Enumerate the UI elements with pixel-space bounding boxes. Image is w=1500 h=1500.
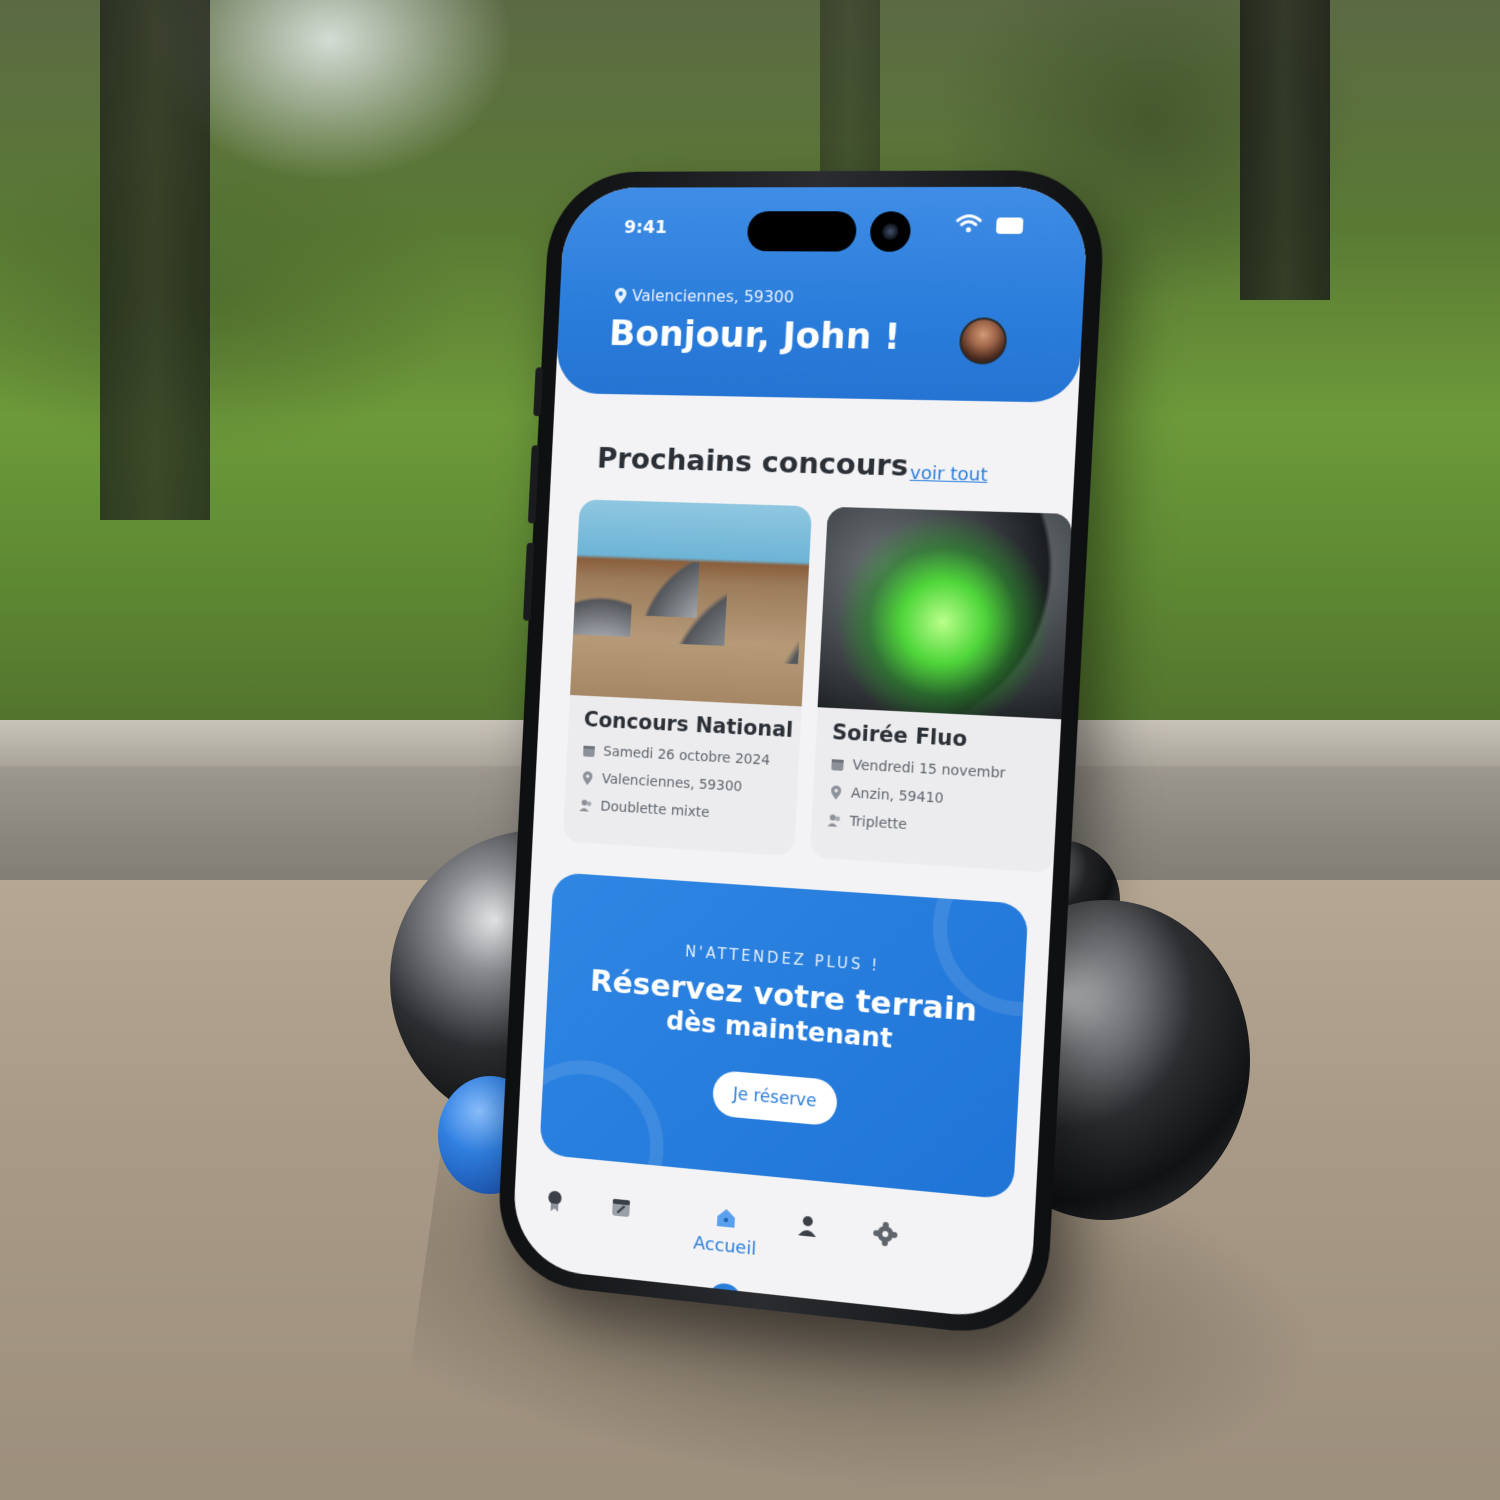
see-all-link[interactable]: voir tout <box>909 463 988 486</box>
greeting-title: Bonjour, John ! <box>608 313 902 359</box>
date-text: Vendredi 15 novembr <box>852 757 1006 782</box>
current-location[interactable]: Valenciennes, 59300 <box>614 286 794 306</box>
competition-date: Vendredi 15 novembr <box>830 756 1006 782</box>
calendar-icon <box>831 759 844 771</box>
competition-card[interactable]: Concours National Samedi 26 octobre 2024… <box>562 499 813 857</box>
location-pin-icon <box>614 287 627 304</box>
format-text: Doublette mixte <box>600 798 710 822</box>
location-text: Valenciennes, 59300 <box>601 771 743 796</box>
competition-image <box>570 499 813 707</box>
tab-awards[interactable] <box>519 1186 588 1261</box>
home-icon <box>716 1208 736 1228</box>
tab-home[interactable]: Accueil <box>675 1201 776 1280</box>
status-bar: 9:41 <box>562 187 1089 252</box>
dynamic-island <box>746 211 858 252</box>
wifi-icon <box>955 213 983 233</box>
competition-location: Valenciennes, 59300 <box>581 770 743 795</box>
location-text: Anzin, 59410 <box>850 785 945 807</box>
user-icon <box>798 1215 817 1238</box>
tab-home-label: Accueil <box>692 1232 757 1260</box>
avatar[interactable] <box>958 317 1008 365</box>
competition-title: Concours National <box>583 707 794 743</box>
award-icon <box>548 1190 562 1212</box>
calendar-icon <box>583 745 595 758</box>
settings-icon <box>873 1221 898 1247</box>
tab-calendar[interactable] <box>585 1192 655 1267</box>
tree-trunk <box>1240 0 1330 300</box>
status-time: 9:41 <box>623 217 668 238</box>
date-text: Samedi 26 octobre 2024 <box>602 743 771 769</box>
competition-format: Doublette mixte <box>579 797 710 821</box>
app-header: 9:41 Valenciennes, 59300 Bonjour, John ! <box>555 186 1090 403</box>
tree-trunk <box>100 0 210 520</box>
location-pin-icon <box>830 785 842 800</box>
team-icon <box>579 799 592 812</box>
format-text: Triplette <box>849 813 908 834</box>
competition-carousel[interactable]: Concours National Samedi 26 octobre 2024… <box>562 499 1089 890</box>
battery-icon <box>995 217 1024 234</box>
calendar-icon <box>612 1198 631 1221</box>
competition-image <box>817 506 1073 720</box>
booking-promo-banner: N'ATTENDEZ PLUS ! Réservez votre terrain… <box>539 872 1029 1200</box>
phone: 9:41 Valenciennes, 59300 Bonjour, John ! <box>495 170 1108 1341</box>
tab-profile[interactable] <box>770 1211 843 1288</box>
front-camera <box>869 211 912 252</box>
tab-settings[interactable] <box>847 1219 921 1297</box>
location-pin-icon <box>582 771 593 786</box>
app-screen: 9:41 Valenciennes, 59300 Bonjour, John ! <box>511 186 1090 1323</box>
side-button <box>533 367 544 417</box>
book-button[interactable]: Je réserve <box>711 1069 839 1127</box>
competition-date: Samedi 26 octobre 2024 <box>582 743 770 769</box>
section-title: Prochains concours <box>596 440 910 483</box>
competition-location: Anzin, 59410 <box>829 784 944 807</box>
team-icon <box>827 814 841 827</box>
competition-title: Soirée Fluo <box>831 720 968 752</box>
location-text: Valenciennes, 59300 <box>631 286 795 307</box>
competition-format: Triplette <box>827 812 907 833</box>
competition-card[interactable]: Soirée Fluo Vendredi 15 novembr Anzin, 5… <box>809 506 1073 873</box>
active-tab-indicator <box>708 1281 743 1306</box>
